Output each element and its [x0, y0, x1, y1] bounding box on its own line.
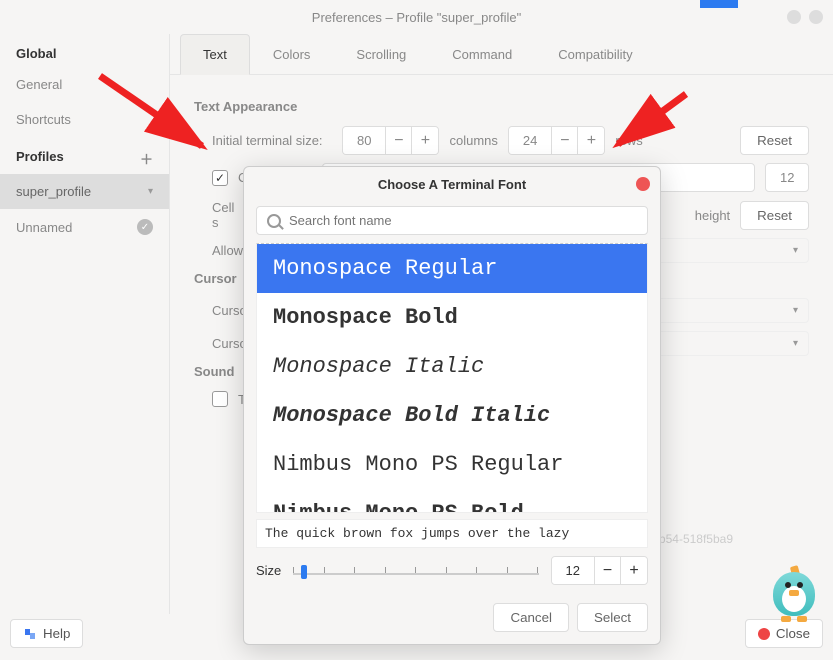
terminal-bell-checkbox[interactable]	[212, 391, 228, 407]
window-controls	[787, 10, 823, 24]
reset-cell-button[interactable]: Reset	[740, 201, 809, 230]
tab-label: Scrolling	[356, 47, 406, 62]
tabs: Text Colors Scrolling Command Compatibil…	[170, 34, 833, 75]
tab-command[interactable]: Command	[429, 34, 535, 74]
font-item-nimbus-bold[interactable]: Nimbus Mono PS Bold	[257, 489, 647, 513]
sidebar-item-label: Shortcuts	[16, 112, 71, 127]
annotation-arrow-icon	[600, 86, 700, 166]
window-title: Preferences – Profile "super_profile"	[312, 10, 521, 25]
tab-scrolling[interactable]: Scrolling	[333, 34, 429, 74]
dialog-title-text: Choose A Terminal Font	[378, 177, 526, 192]
font-list[interactable]: Monospace Regular Monospace Bold Monospa…	[256, 243, 648, 513]
font-preview: The quick brown fox jumps over the lazy	[256, 519, 648, 548]
sidebar-profile-super[interactable]: super_profile ▾	[0, 174, 169, 209]
minimize-icon[interactable]	[787, 10, 801, 24]
tab-colors[interactable]: Colors	[250, 34, 334, 74]
minus-icon[interactable]: −	[552, 127, 578, 154]
chevron-down-icon: ▾	[793, 338, 798, 349]
initial-size-label: Initial terminal size:	[212, 133, 332, 148]
sidebar-item-label: General	[16, 77, 62, 92]
tab-label: Text	[203, 47, 227, 62]
font-item-nimbus-regular[interactable]: Nimbus Mono PS Regular	[257, 440, 647, 489]
columns-value[interactable]: 80	[343, 127, 386, 154]
font-item-monospace-bold[interactable]: Monospace Bold	[257, 293, 647, 342]
font-item-monospace-regular[interactable]: Monospace Regular	[257, 244, 647, 293]
help-label: Help	[43, 626, 70, 641]
default-check-icon: ✓	[137, 219, 153, 235]
slider-thumb[interactable]	[301, 565, 307, 579]
columns-label: columns	[449, 133, 497, 148]
help-button[interactable]: Help	[10, 619, 83, 648]
cancel-button[interactable]: Cancel	[493, 603, 569, 632]
plus-icon[interactable]: +	[621, 557, 647, 584]
close-dialog-icon[interactable]	[636, 177, 650, 191]
font-size-display[interactable]: 12	[765, 163, 809, 192]
columns-spinner[interactable]: 80 − +	[342, 126, 439, 155]
cursor-shape-label: Curso	[212, 303, 247, 318]
chevron-down-icon: ▾	[793, 305, 798, 316]
sidebar-profiles-label: Profiles	[16, 149, 64, 168]
annotation-arrow-icon	[92, 68, 222, 168]
font-search-input[interactable]	[256, 206, 648, 235]
chevron-down-icon: ▾	[793, 245, 798, 256]
tab-label: Colors	[273, 47, 311, 62]
custom-font-checkbox[interactable]	[212, 170, 228, 186]
select-button[interactable]: Select	[577, 603, 648, 632]
cursor-blink-label: Curso	[212, 336, 247, 351]
minus-icon[interactable]: −	[386, 127, 412, 154]
close-label: Close	[776, 626, 810, 641]
help-icon	[23, 627, 37, 641]
search-field[interactable]	[289, 213, 637, 228]
size-label: Size	[256, 563, 281, 578]
section-appearance: Text Appearance	[194, 99, 809, 114]
tab-compatibility[interactable]: Compatibility	[535, 34, 655, 74]
rows-value[interactable]: 24	[509, 127, 552, 154]
size-value[interactable]: 12	[552, 557, 595, 584]
close-window-icon[interactable]	[809, 10, 823, 24]
close-icon	[758, 628, 770, 640]
chevron-down-icon[interactable]: ▾	[148, 186, 153, 197]
search-icon	[267, 214, 281, 228]
size-row: Size 12 − +	[256, 556, 648, 585]
profile-name: Unnamed	[16, 220, 72, 235]
rows-spinner[interactable]: 24 − +	[508, 126, 605, 155]
sidebar-section-global: Global	[0, 34, 169, 67]
cell-spacing-label: Cell s	[212, 200, 242, 230]
penguin-mascot-icon	[767, 564, 821, 624]
reset-size-button[interactable]: Reset	[740, 126, 809, 155]
size-spinner[interactable]: 12 − +	[551, 556, 648, 585]
font-item-monospace-italic[interactable]: Monospace Italic	[257, 342, 647, 391]
titlebar: Preferences – Profile "super_profile"	[0, 0, 833, 34]
font-dialog: Choose A Terminal Font Monospace Regular…	[243, 166, 661, 645]
size-slider[interactable]	[293, 561, 538, 581]
profile-name: super_profile	[16, 184, 91, 199]
decorative-block	[700, 0, 738, 8]
sidebar-profile-unnamed[interactable]: Unnamed ✓	[0, 209, 169, 245]
font-item-monospace-bold-italic[interactable]: Monospace Bold Italic	[257, 391, 647, 440]
minus-icon[interactable]: −	[595, 557, 621, 584]
height-label: height	[695, 208, 730, 223]
sidebar-global-label: Global	[16, 46, 56, 61]
plus-icon[interactable]: +	[412, 127, 438, 154]
allow-label: Allow	[212, 243, 243, 258]
dialog-actions: Cancel Select	[244, 593, 660, 644]
tab-label: Command	[452, 47, 512, 62]
row-initial-size: Initial terminal size: 80 − + columns 24…	[212, 126, 809, 155]
tab-label: Compatibility	[558, 47, 632, 62]
dialog-title: Choose A Terminal Font	[244, 167, 660, 202]
